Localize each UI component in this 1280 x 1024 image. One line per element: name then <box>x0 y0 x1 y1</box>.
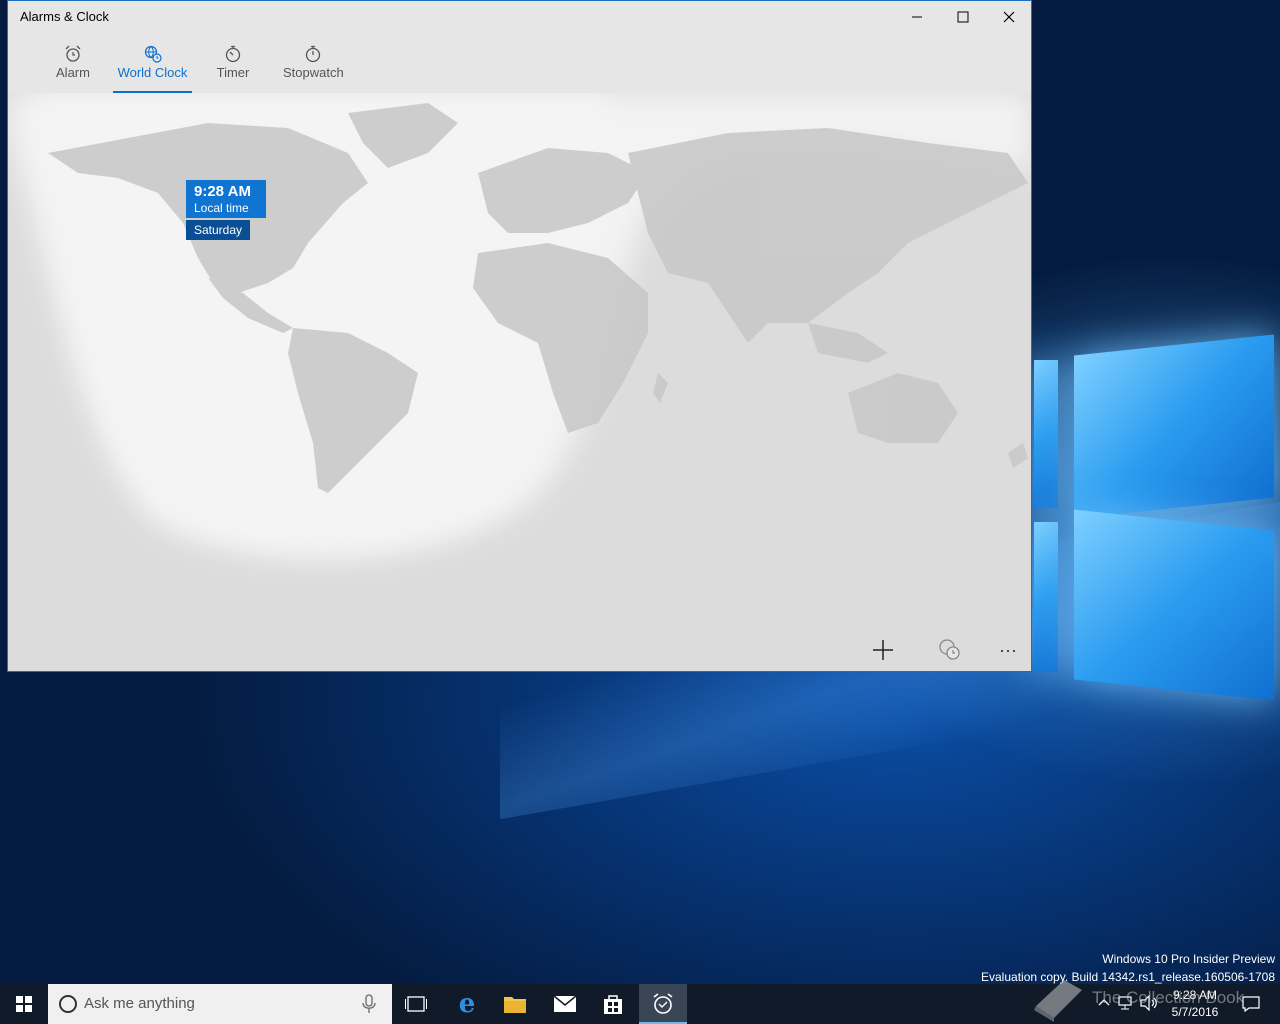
collection-book-overlay: The Collection Book <box>1092 988 1245 1007</box>
tab-alarm[interactable]: Alarm <box>48 39 98 93</box>
taskbar: Ask me anything e 9:28 AM 5/7/2016 <box>0 984 1280 1024</box>
action-center-icon[interactable] <box>1242 996 1260 1012</box>
store-button[interactable] <box>589 984 637 1024</box>
tab-label: Stopwatch <box>283 65 344 80</box>
compare-button[interactable] <box>930 632 970 668</box>
tab-timer[interactable]: Timer <box>213 39 253 93</box>
tab-label: World Clock <box>117 65 188 80</box>
logo-pane <box>1074 509 1274 701</box>
start-button[interactable] <box>0 984 48 1024</box>
local-time-label: Local time <box>194 201 249 215</box>
logo-pane <box>1074 334 1274 519</box>
local-time-card[interactable]: 9:28 AM Local time Saturday <box>186 180 266 240</box>
mail-icon <box>553 995 577 1012</box>
alarm-clock-icon <box>65 45 81 62</box>
file-explorer-button[interactable] <box>491 984 539 1024</box>
alarm-clock-icon <box>653 993 673 1014</box>
minimize-button[interactable] <box>894 1 940 33</box>
logo-pane <box>1034 522 1058 672</box>
more-icon: ··· <box>999 639 1017 660</box>
search-placeholder: Ask me anything <box>84 995 195 1012</box>
add-icon <box>873 640 893 660</box>
window-title: Alarms & Clock <box>20 9 109 24</box>
tab-label: Alarm <box>56 65 90 80</box>
microphone-icon[interactable] <box>362 994 376 1014</box>
world-map-graphic <box>8 93 1031 559</box>
logo-pane <box>1034 360 1058 508</box>
stopwatch-icon <box>305 45 321 63</box>
day-badge: Saturday <box>186 220 251 240</box>
maximize-icon <box>957 11 969 23</box>
local-time: 9:28 AM <box>194 183 251 200</box>
time-box: 9:28 AM Local time <box>186 180 266 218</box>
tab-world-clock[interactable]: World Clock <box>113 39 192 93</box>
store-icon <box>604 995 622 1014</box>
desktop: Alarms & Clock Alarm World Clock Timer S… <box>0 0 1280 1024</box>
folder-icon <box>504 997 526 1013</box>
timer-icon <box>225 45 241 63</box>
task-view-icon <box>405 996 427 1012</box>
alarms-clock-window: Alarms & Clock Alarm World Clock Timer S… <box>7 0 1032 672</box>
cortana-search-box[interactable]: Ask me anything <box>48 984 392 1024</box>
alarms-clock-taskbar-button[interactable] <box>639 984 687 1024</box>
edge-button[interactable]: e <box>443 984 491 1024</box>
world-map[interactable]: 9:28 AM Local time Saturday <box>8 93 1031 671</box>
evaluation-watermark: Windows 10 Pro Insider Preview Evaluatio… <box>981 950 1275 986</box>
minimize-icon <box>912 16 922 18</box>
watermark-line-1: Windows 10 Pro Insider Preview <box>1102 952 1275 966</box>
tab-label: Timer <box>216 65 250 80</box>
windows-logo-icon <box>16 996 32 1012</box>
globe-clock-icon <box>144 45 162 63</box>
title-bar[interactable]: Alarms & Clock <box>8 1 1031 33</box>
mail-button[interactable] <box>541 984 589 1024</box>
more-options-button[interactable]: ··· <box>988 632 1028 668</box>
add-new-clock-button[interactable] <box>863 632 903 668</box>
maximize-button[interactable] <box>940 1 986 33</box>
close-button[interactable] <box>986 1 1031 33</box>
task-view-button[interactable] <box>392 984 440 1024</box>
cortana-icon <box>59 995 77 1013</box>
compare-clock-icon <box>939 639 960 660</box>
tab-stopwatch[interactable]: Stopwatch <box>283 39 344 93</box>
edge-icon: e <box>458 989 476 1019</box>
close-icon <box>1003 11 1015 23</box>
book-icon <box>1034 980 1082 1022</box>
